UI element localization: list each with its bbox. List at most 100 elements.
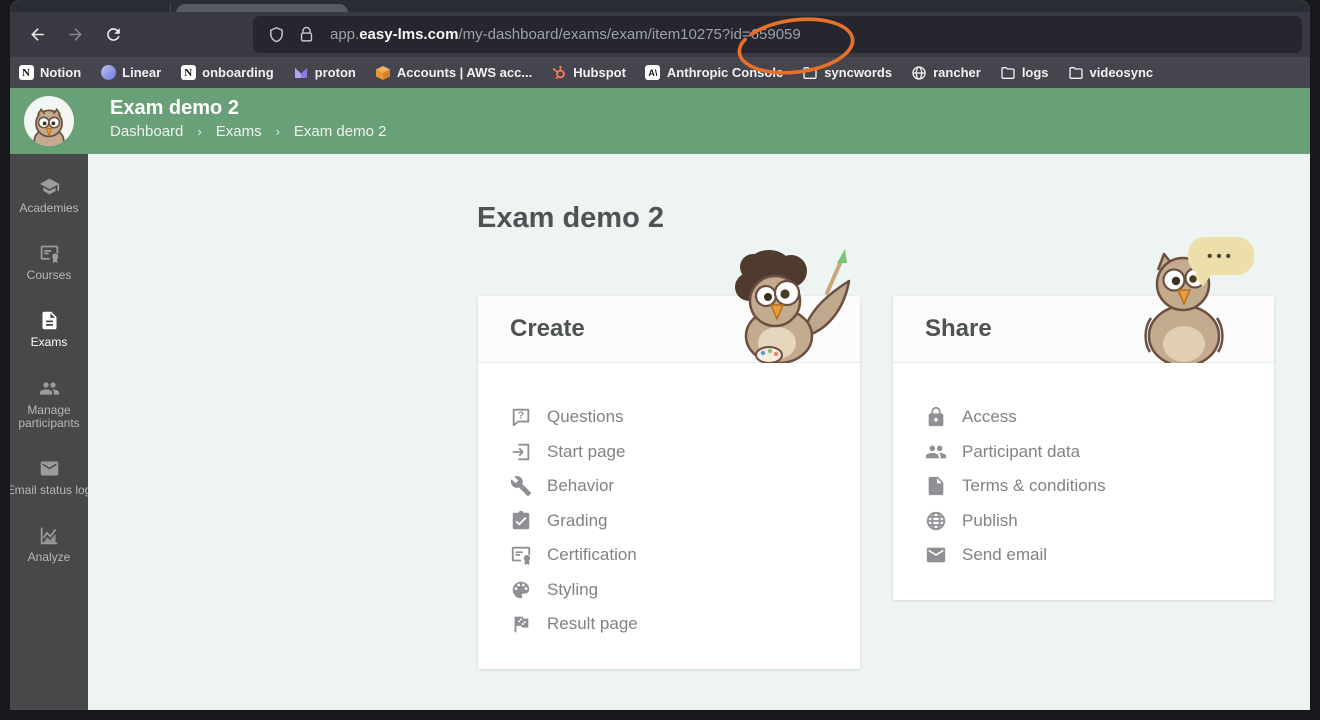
people-icon [925, 441, 947, 463]
anthropic-icon: A\ [645, 65, 661, 81]
item-label: Behavior [547, 476, 614, 496]
people-icon [39, 378, 60, 399]
globe-icon [911, 65, 927, 81]
notion-icon: N [18, 65, 34, 81]
item-label: Publish [962, 511, 1018, 531]
bookmark-label: Notion [40, 65, 81, 80]
bookmark-proton[interactable]: proton [293, 65, 356, 81]
bookmark-videosync[interactable]: videosync [1068, 65, 1154, 81]
sidebar-item-exams[interactable]: Exams [10, 310, 88, 349]
bookmark-syncwords[interactable]: syncwords [802, 65, 892, 81]
breadcrumb: Dashboard › Exams › Exam demo 2 [110, 123, 1310, 140]
bookmark-notion[interactable]: N Notion [18, 65, 81, 81]
sidebar-nav: Academies Courses Exams Manage participa… [10, 154, 88, 592]
breadcrumb-dashboard[interactable]: Dashboard [110, 123, 183, 140]
bookmark-onboarding[interactable]: Nonboarding [180, 65, 274, 81]
bookmark-logs[interactable]: logs [1000, 65, 1049, 81]
sidebar-item-label: Analyze [28, 551, 71, 564]
share-card-header: Share [893, 296, 1274, 363]
linear-icon [100, 65, 116, 81]
browser-window: app.easy-lms.com/my-dashboard/exams/exam… [10, 0, 1310, 710]
share-item-send-email[interactable]: Send email [925, 538, 1274, 573]
envelope-icon [925, 544, 947, 566]
create-item-certification[interactable]: Certification [510, 538, 860, 573]
bookmark-label: rancher [933, 65, 981, 80]
url-bar[interactable]: app.easy-lms.com/my-dashboard/exams/exam… [253, 16, 1302, 53]
wrench-icon [510, 475, 532, 497]
bookmark-anthropic-console[interactable]: A\Anthropic Console [645, 65, 783, 81]
sidebar-item-email-status-log[interactable]: Email status log [10, 458, 88, 497]
header-title: Exam demo 2 [110, 97, 1310, 120]
clipboard-check-icon [510, 510, 532, 532]
bookmark-aws-accounts[interactable]: Accounts | AWS acc... [375, 65, 532, 81]
proton-mail-icon [293, 65, 309, 81]
item-label: Styling [547, 580, 598, 600]
bookmark-rancher[interactable]: rancher [911, 65, 981, 81]
folder-icon [1000, 65, 1016, 81]
main-content: Exam demo 2 [88, 154, 1310, 710]
reload-button[interactable] [98, 20, 128, 50]
card-title: Share [925, 315, 992, 343]
create-item-behavior[interactable]: Behavior [510, 469, 860, 504]
aws-cube-icon [375, 65, 391, 81]
avatar[interactable] [24, 96, 74, 146]
bookmark-linear[interactable]: Linear [100, 65, 161, 81]
url-text[interactable]: app.easy-lms.com/my-dashboard/exams/exam… [330, 26, 801, 43]
graduation-cap-icon [39, 176, 60, 197]
item-label: Certification [547, 545, 637, 565]
bookmark-label: logs [1022, 65, 1049, 80]
create-item-start-page[interactable]: Start page [510, 435, 860, 470]
ellipsis-dots: ••• [1207, 249, 1235, 264]
sidebar-item-academies[interactable]: Academies [10, 176, 88, 215]
create-card-header: Create [478, 296, 860, 363]
sidebar-item-label: Academies [19, 202, 78, 215]
item-label: Access [962, 407, 1017, 427]
finish-flag-icon [510, 613, 532, 635]
bookmark-label: Hubspot [573, 65, 626, 80]
share-item-access[interactable]: Access [925, 400, 1274, 435]
folder-icon [802, 65, 818, 81]
chevron-right-icon: › [276, 124, 280, 139]
bookmark-hubspot[interactable]: Hubspot [551, 65, 626, 81]
back-button[interactable] [22, 20, 52, 50]
speech-bubble: ••• [1188, 237, 1254, 275]
https-lock-icon[interactable] [298, 26, 315, 43]
forward-button[interactable] [60, 20, 90, 50]
bookmark-label: syncwords [824, 65, 892, 80]
chevron-right-icon: › [197, 124, 201, 139]
item-label: Grading [547, 511, 607, 531]
document-icon [925, 475, 947, 497]
certificate-icon [510, 544, 532, 566]
page-title: Exam demo 2 [477, 202, 664, 235]
create-item-result-page[interactable]: Result page [510, 607, 860, 642]
tab-separator [170, 3, 171, 12]
sidebar-item-analyze[interactable]: Analyze [10, 525, 88, 564]
bookmark-label: videosync [1090, 65, 1154, 80]
reload-icon [104, 25, 123, 44]
folder-icon [1068, 65, 1084, 81]
share-card-list: Access Participant data Terms & conditio… [893, 363, 1274, 573]
card-title: Create [510, 315, 585, 343]
bookmark-label: Accounts | AWS acc... [397, 65, 532, 80]
create-item-questions[interactable]: ? Questions [510, 400, 860, 435]
bookmark-label: proton [315, 65, 356, 80]
share-item-publish[interactable]: Publish [925, 504, 1274, 539]
bookmarks-bar: N Notion Linear Nonboarding proton Accoun… [10, 57, 1310, 88]
certificate-icon [39, 243, 60, 264]
create-card-list: ? Questions Start page Behavior Grading [478, 363, 860, 642]
share-item-participant-data[interactable]: Participant data [925, 435, 1274, 470]
url-id: 659059 [751, 26, 801, 43]
create-item-styling[interactable]: Styling [510, 573, 860, 608]
hubspot-sprocket-icon [551, 65, 567, 81]
tracking-shield-icon[interactable] [268, 26, 285, 43]
item-label: Start page [547, 442, 625, 462]
create-item-grading[interactable]: Grading [510, 504, 860, 539]
sidebar-item-manage-participants[interactable]: Manage participants [10, 378, 88, 430]
bookmark-label: Linear [122, 65, 161, 80]
tab-strip [10, 0, 1310, 12]
breadcrumb-exams[interactable]: Exams [216, 123, 262, 140]
chart-icon [39, 525, 60, 546]
share-item-terms-conditions[interactable]: Terms & conditions [925, 469, 1274, 504]
sidebar-item-courses[interactable]: Courses [10, 243, 88, 282]
share-card: Share Access Participant data Terms & co… [893, 296, 1274, 600]
